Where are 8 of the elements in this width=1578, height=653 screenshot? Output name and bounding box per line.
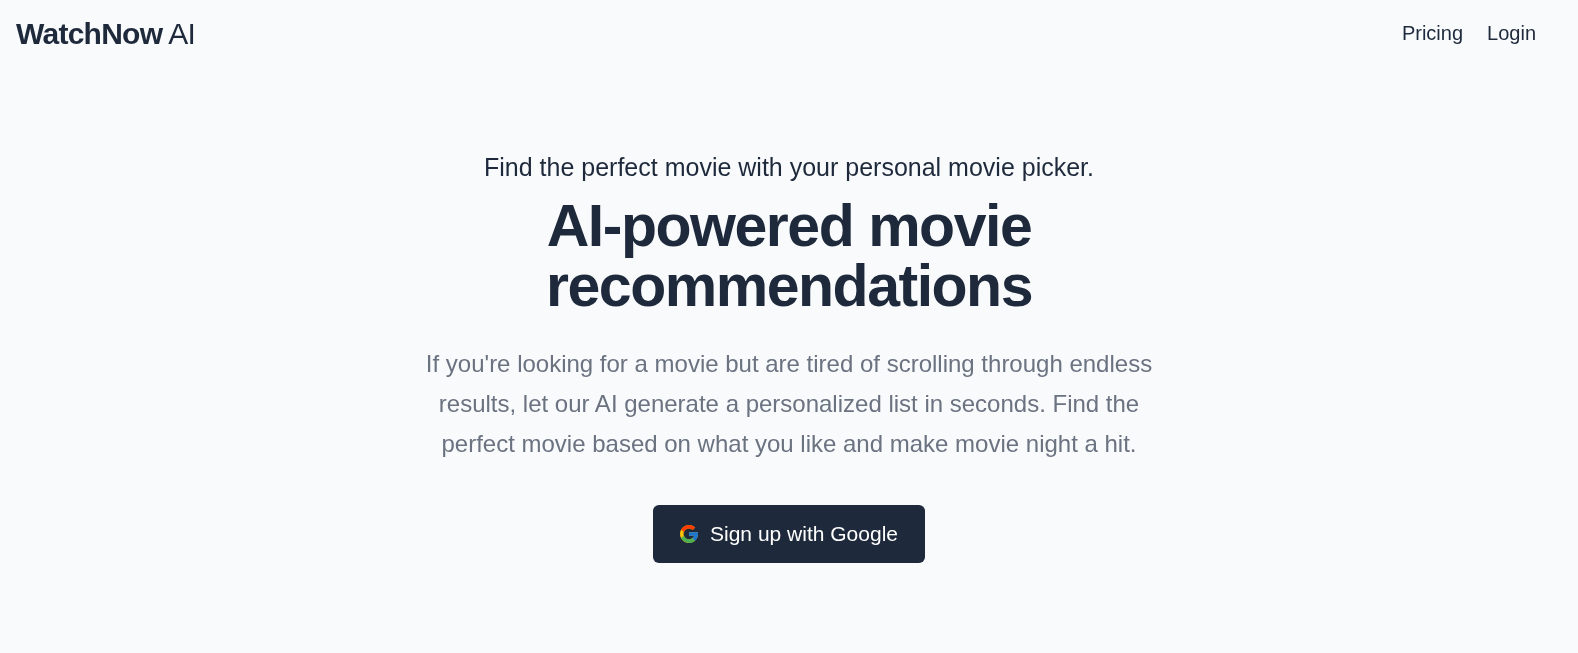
tagline: Find the perfect movie with your personal movie picker.: [484, 152, 1094, 182]
hero-description: If you're looking for a movie but are tired of scrolling through endless results, let our AI generate a personalized list in seconds. Find the perfect movie based on what you like and make movie night a hit.: [424, 349, 1154, 459]
nav-link[interactable]: Pricing: [1401, 18, 1464, 48]
logo[interactable]: WatchNow AI: [16, 10, 195, 56]
hero-heading: AI-powered movie recommendations: [544, 196, 1034, 316]
g-logo-icon: [680, 525, 698, 543]
google-signup-button[interactable]: Sign up with Google: [653, 505, 925, 563]
nav-link[interactable]: Login: [1487, 18, 1536, 48]
